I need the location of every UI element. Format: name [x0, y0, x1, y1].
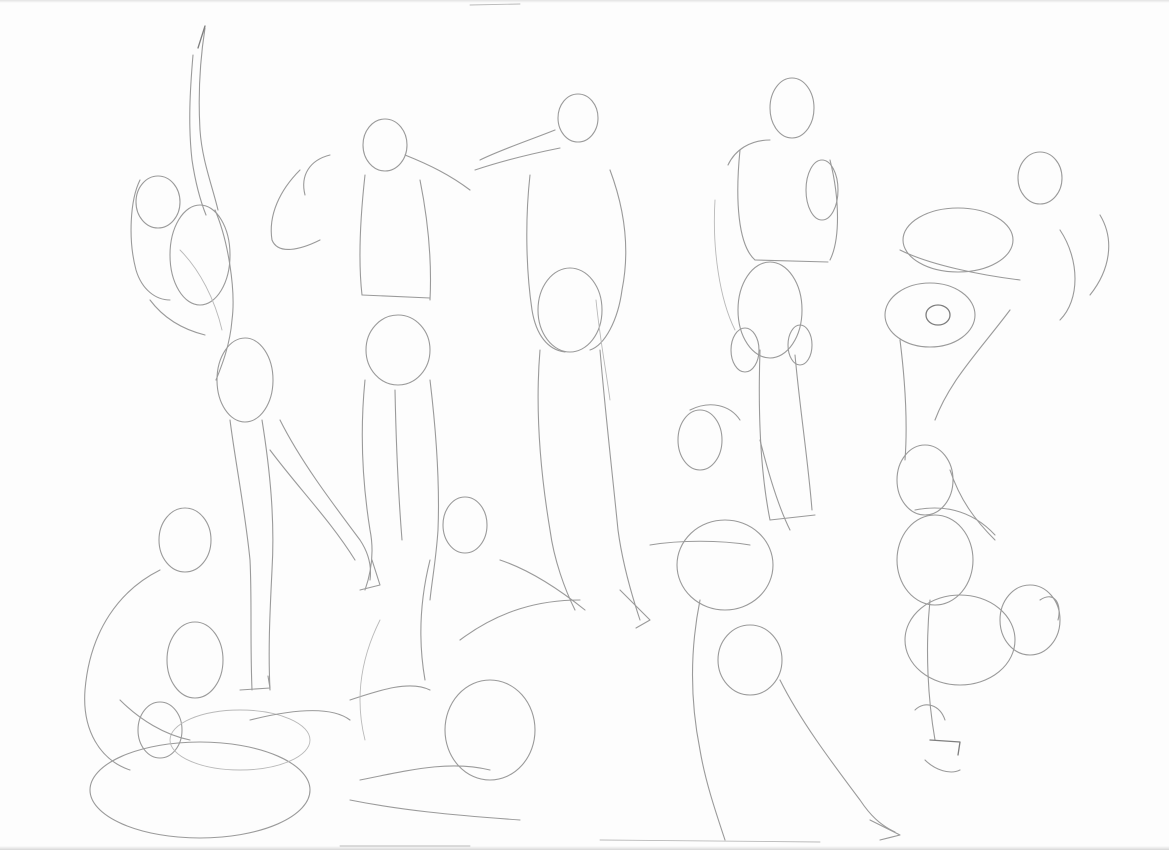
figure-seated-knee-up	[84, 507, 351, 839]
figure-standing-hand-to-head	[474, 93, 651, 629]
sketch-sheet	[0, 0, 1169, 850]
pencil-drawing	[84, 3, 1110, 847]
figure-striding	[649, 404, 901, 841]
figure-back-view	[270, 118, 471, 601]
figure-reaching-up	[130, 25, 372, 691]
figure-leaning-forward	[884, 151, 1110, 541]
figure-crouching	[896, 507, 1061, 773]
figure-standing-head-up	[713, 77, 839, 521]
figure-seated-leaning-back	[349, 496, 586, 821]
paper-bottom-edge	[0, 846, 1169, 850]
